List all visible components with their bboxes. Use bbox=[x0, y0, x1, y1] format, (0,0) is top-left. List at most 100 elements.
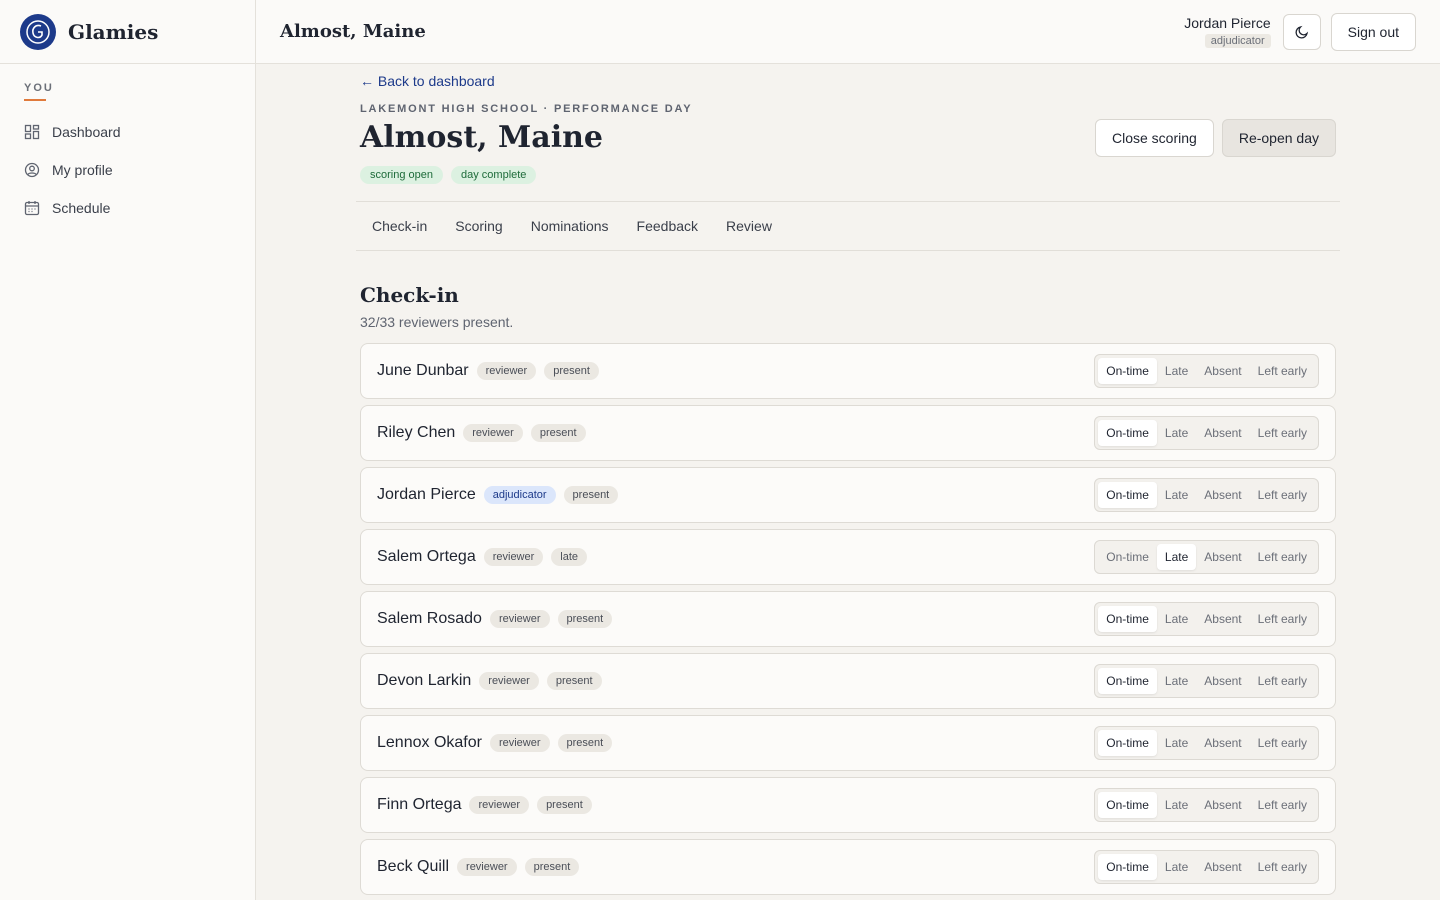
attendance-option-on-time[interactable]: On-time bbox=[1098, 730, 1157, 756]
sidebar-item-dashboard[interactable]: Dashboard bbox=[24, 113, 231, 151]
reviewer-name: Salem Ortega bbox=[377, 548, 476, 565]
tab-feedback[interactable]: Feedback bbox=[637, 218, 698, 234]
list-item: Lennox Okafor reviewer present On-time Late A… bbox=[360, 715, 1336, 771]
attendance-option-left-early[interactable]: Left early bbox=[1250, 854, 1315, 880]
attendance-option-left-early[interactable]: Left early bbox=[1250, 730, 1315, 756]
calendar-icon bbox=[24, 201, 40, 216]
reviewer-name: Jordan Pierce bbox=[377, 486, 476, 503]
attendance-option-late[interactable]: Late bbox=[1156, 544, 1197, 570]
page-actions: Close scoring Re-open day bbox=[1095, 119, 1336, 157]
attendance-option-left-early[interactable]: Left early bbox=[1250, 606, 1315, 632]
role-badge: adjudicator bbox=[483, 486, 556, 504]
list-item: Jordan Pierce adjudicator present On-time La… bbox=[360, 467, 1336, 523]
attendance-option-late[interactable]: Late bbox=[1157, 482, 1196, 508]
sidebar-item-my-profile[interactable]: My profile bbox=[24, 151, 231, 189]
nav-heading-underline bbox=[24, 99, 46, 101]
attendance-option-on-time[interactable]: On-time bbox=[1098, 482, 1157, 508]
top-bar: Almost, Maine Jordan Pierce adjudicator … bbox=[256, 0, 1440, 64]
attendance-option-absent[interactable]: Absent bbox=[1196, 854, 1249, 880]
brand[interactable]: Glamies bbox=[0, 0, 255, 64]
tab-nominations[interactable]: Nominations bbox=[531, 218, 609, 234]
reviewer-name: Riley Chen bbox=[377, 424, 456, 441]
attendance-option-left-early[interactable]: Left early bbox=[1250, 420, 1315, 446]
attendance-option-late[interactable]: Late bbox=[1157, 668, 1196, 694]
role-badge: reviewer bbox=[457, 858, 517, 876]
attendance-option-late[interactable]: Late bbox=[1157, 358, 1196, 384]
attendance-option-on-time[interactable]: On-time bbox=[1098, 358, 1157, 384]
header-actions: Jordan Pierce adjudicator Sign out bbox=[1184, 12, 1416, 51]
attendance-option-on-time[interactable]: On-time bbox=[1098, 544, 1157, 570]
status-badge: scoring open bbox=[360, 166, 443, 184]
role-badge: reviewer bbox=[479, 672, 539, 690]
tab-review[interactable]: Review bbox=[726, 218, 772, 234]
sidebar-item-schedule[interactable]: Schedule bbox=[24, 189, 231, 227]
status-badge: present bbox=[563, 486, 619, 504]
attendance-option-left-early[interactable]: Left early bbox=[1250, 358, 1315, 384]
back-to-dashboard-link[interactable]: ← Back to dashboard bbox=[360, 73, 495, 89]
reviewer-name: Finn Ortega bbox=[377, 796, 462, 813]
reviewer-name: Lennox Okafor bbox=[377, 734, 482, 751]
list-item: Devon Larkin reviewer present On-time Late Ab… bbox=[360, 653, 1336, 709]
attendance-option-absent[interactable]: Absent bbox=[1196, 482, 1249, 508]
status-badges: scoring open day complete bbox=[360, 166, 537, 184]
role-badge: reviewer bbox=[469, 796, 530, 814]
moon-icon bbox=[1295, 25, 1308, 39]
attendance-option-absent[interactable]: Absent bbox=[1196, 730, 1249, 756]
attendance-option-late[interactable]: Late bbox=[1157, 854, 1196, 880]
tab-scoring[interactable]: Scoring bbox=[455, 218, 502, 234]
reviewer-name: Salem Rosado bbox=[377, 610, 482, 627]
status-badge: late bbox=[551, 548, 588, 566]
status-badge: present bbox=[544, 362, 599, 380]
attendance-option-absent[interactable]: Absent bbox=[1196, 606, 1249, 632]
reviewer-name: Beck Quill bbox=[377, 858, 450, 875]
attendance-option-left-early[interactable]: Left early bbox=[1250, 544, 1315, 570]
attendance-segmented-control: On-time Late Absent Left early bbox=[1094, 726, 1319, 760]
glamies-logo-icon bbox=[20, 13, 56, 50]
attendance-option-absent[interactable]: Absent bbox=[1196, 358, 1249, 384]
reviewer-name: June Dunbar bbox=[377, 362, 469, 379]
attendance-option-on-time[interactable]: On-time bbox=[1098, 668, 1157, 694]
theme-toggle-button[interactable] bbox=[1282, 13, 1321, 50]
role-badge: reviewer bbox=[489, 734, 550, 752]
reviewer-name: Devon Larkin bbox=[377, 672, 472, 689]
sidebar-item-label: Dashboard bbox=[52, 124, 121, 140]
close-scoring-button[interactable]: Close scoring bbox=[1095, 119, 1214, 157]
page-title: Almost, Maine bbox=[360, 120, 604, 155]
user-info: Jordan Pierce adjudicator bbox=[1184, 14, 1271, 49]
status-badge: day complete bbox=[451, 166, 537, 184]
attendance-option-absent[interactable]: Absent bbox=[1196, 420, 1249, 446]
attendance-option-absent[interactable]: Absent bbox=[1196, 544, 1249, 570]
checkin-list: June Dunbar reviewer present On-time Late Abs… bbox=[360, 343, 1336, 900]
user-circle-icon bbox=[24, 162, 40, 178]
role-badge: reviewer bbox=[483, 548, 544, 566]
attendance-option-left-early[interactable]: Left early bbox=[1250, 668, 1315, 694]
attendance-segmented-control: On-time Late Absent Left early bbox=[1094, 354, 1319, 388]
sidebar: Glamies YOU Dashboard My profile Schedul… bbox=[0, 0, 256, 900]
user-name: Jordan Pierce bbox=[1184, 14, 1271, 31]
attendance-option-on-time[interactable]: On-time bbox=[1098, 606, 1157, 632]
attendance-option-absent[interactable]: Absent bbox=[1196, 668, 1249, 694]
attendance-option-late[interactable]: Late bbox=[1157, 792, 1196, 818]
role-badge: reviewer bbox=[476, 362, 537, 380]
attendance-option-left-early[interactable]: Left early bbox=[1250, 482, 1315, 508]
attendance-option-late[interactable]: Late bbox=[1157, 606, 1196, 632]
list-item: Beck Quill reviewer present On-time Late Abse… bbox=[360, 839, 1336, 895]
attendance-option-left-early[interactable]: Left early bbox=[1250, 792, 1315, 818]
attendance-option-absent[interactable]: Absent bbox=[1196, 792, 1249, 818]
attendance-option-late[interactable]: Late bbox=[1157, 420, 1196, 446]
reopen-day-button[interactable]: Re-open day bbox=[1221, 119, 1336, 157]
attendance-segmented-control: On-time Late Absent Left early bbox=[1094, 850, 1319, 884]
attendance-option-late[interactable]: Late bbox=[1157, 730, 1196, 756]
attendance-option-on-time[interactable]: On-time bbox=[1098, 792, 1157, 818]
attendance-segmented-control: On-time Late Absent Left early bbox=[1094, 788, 1319, 822]
attendance-segmented-control: On-time Late Absent Left early bbox=[1094, 602, 1319, 636]
attendance-option-on-time[interactable]: On-time bbox=[1098, 854, 1157, 880]
tab-check-in[interactable]: Check-in bbox=[372, 218, 427, 234]
section-title: Check-in bbox=[360, 283, 459, 307]
attendance-option-on-time[interactable]: On-time bbox=[1098, 420, 1157, 446]
user-role-badge: adjudicator bbox=[1204, 33, 1271, 48]
brand-name: Glamies bbox=[68, 19, 159, 44]
sign-out-button[interactable]: Sign out bbox=[1330, 12, 1416, 51]
list-item: Finn Ortega reviewer present On-time Late Abs… bbox=[360, 777, 1336, 833]
role-badge: reviewer bbox=[463, 424, 523, 442]
